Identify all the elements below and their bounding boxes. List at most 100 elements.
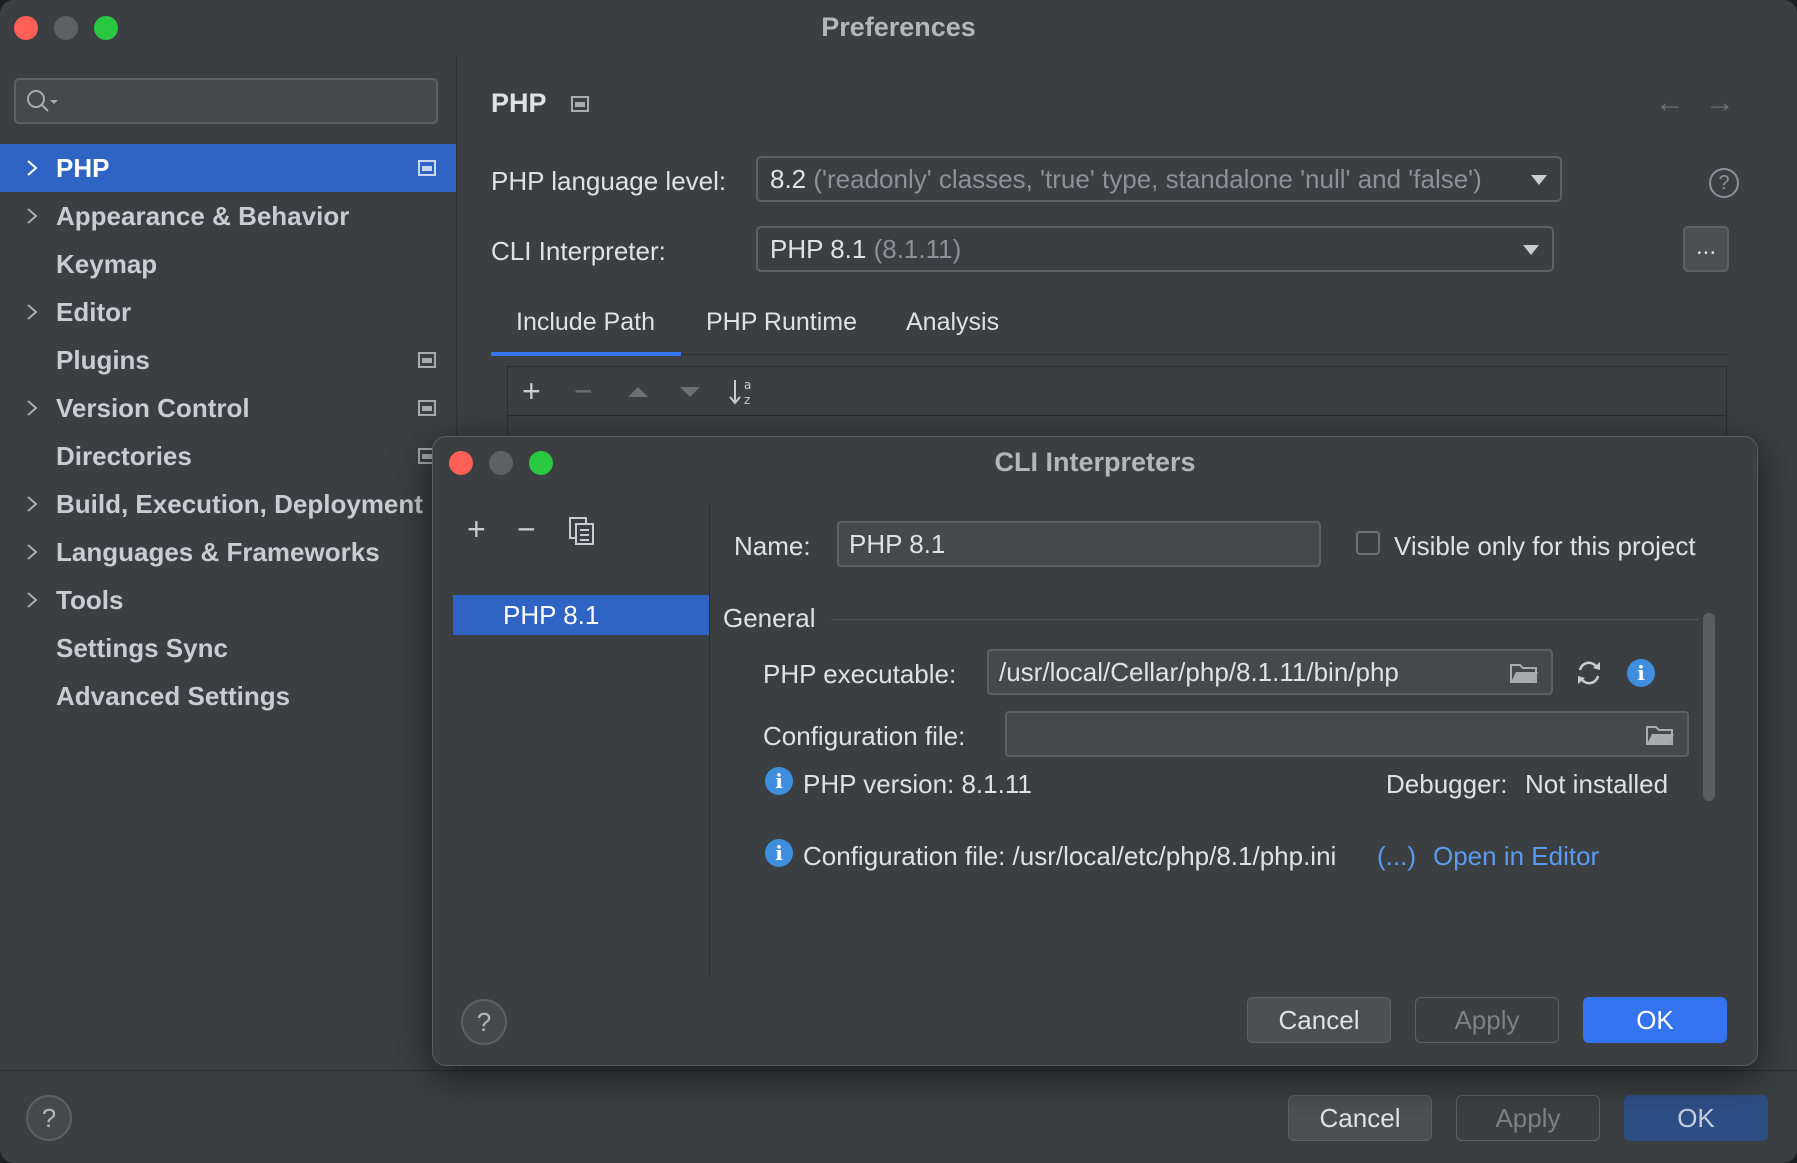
interpreter-list: + − PHP 8.1 [453, 505, 710, 975]
sidebar-item-label: Tools [56, 585, 124, 615]
dialog-cancel-button[interactable]: Cancel [1247, 997, 1391, 1043]
svg-text:a: a [744, 378, 751, 392]
chevron-right-icon[interactable] [26, 495, 38, 513]
open-in-editor-link[interactable]: Open in Editor [1433, 841, 1599, 872]
configuration-more-link[interactable]: (...) [1377, 841, 1416, 872]
php-version-text: PHP version: 8.1.11 [803, 769, 1032, 799]
configuration-file-label: Configuration file: [763, 721, 966, 751]
settings-tree: PHP Appearance & Behavior Keymap Editor Plug… [0, 144, 456, 720]
visible-only-checkbox[interactable] [1356, 531, 1380, 555]
ok-button[interactable]: OK [1624, 1095, 1768, 1141]
cli-interpreter-select[interactable]: PHP 8.1 (8.1.11) [756, 226, 1554, 272]
add-icon[interactable]: + [522, 367, 541, 415]
project-scope-icon [418, 160, 436, 176]
name-field[interactable]: PHP 8.1 [837, 521, 1321, 567]
language-level-label: PHP language level: [491, 166, 727, 196]
window-title: Preferences [821, 12, 976, 42]
php-executable-value: /usr/local/Cellar/php/8.1.11/bin/php [999, 657, 1399, 687]
sidebar-item-label: Version Control [56, 393, 250, 423]
language-level-select[interactable]: 8.2 ('readonly' classes, 'true' type, st… [756, 156, 1562, 202]
folder-icon[interactable] [1509, 661, 1539, 685]
sidebar-item-label: Directories [56, 441, 192, 471]
general-section-divider [831, 619, 1699, 620]
dialog-apply-button[interactable]: Apply [1415, 997, 1559, 1043]
search-icon [27, 90, 58, 112]
title-bar: Preferences [0, 0, 1797, 56]
forward-arrow-icon[interactable]: → [1705, 86, 1755, 119]
chevron-down-icon [1523, 245, 1539, 255]
copy-interpreter-icon[interactable] [569, 517, 595, 545]
info-icon[interactable]: i [1627, 659, 1655, 687]
sidebar-item-keymap[interactable]: Keymap [0, 240, 456, 288]
navigation-arrows: ←→ [1655, 86, 1755, 120]
sidebar-item-appearance-behavior[interactable]: Appearance & Behavior [0, 192, 456, 240]
dialog-title: CLI Interpreters [994, 447, 1196, 477]
search-input[interactable] [14, 78, 438, 124]
reload-icon[interactable] [1575, 659, 1603, 687]
tab-analysis[interactable]: Analysis [906, 308, 999, 337]
sidebar-item-label: Appearance & Behavior [56, 201, 350, 231]
cli-interpreter-value: PHP 8.1 [770, 234, 867, 264]
sort-icon[interactable]: a z [728, 377, 758, 407]
details-scrollbar[interactable] [1703, 613, 1715, 801]
sidebar-item-tools[interactable]: Tools [0, 576, 456, 624]
interpreter-item-label: PHP 8.1 [503, 600, 600, 630]
chevron-right-icon[interactable] [26, 543, 38, 561]
page-title: PHP [491, 88, 547, 118]
language-level-value: 8.2 [770, 164, 807, 194]
active-tab-indicator [491, 352, 681, 356]
cli-interpreter-version: (8.1.11) [873, 234, 962, 264]
debugger-label: Debugger: [1386, 769, 1508, 799]
chevron-right-icon[interactable] [26, 399, 38, 417]
php-executable-field[interactable]: /usr/local/Cellar/php/8.1.11/bin/php [987, 649, 1553, 695]
close-window-button[interactable] [14, 16, 38, 40]
debugger-value: Not installed [1525, 769, 1669, 799]
sidebar-item-build-execution-deployment[interactable]: Build, Execution, Deployment [0, 480, 456, 528]
preferences-window: Preferences PHP Appearance & Behavior Keym… [0, 0, 1797, 1163]
tab-php-runtime[interactable]: PHP Runtime [706, 308, 857, 337]
sidebar-item-directories[interactable]: Directories [0, 432, 456, 480]
zoom-window-button[interactable] [94, 16, 118, 40]
apply-button[interactable]: Apply [1456, 1095, 1600, 1141]
configuration-file-field[interactable] [1005, 711, 1689, 757]
chevron-right-icon[interactable] [26, 159, 38, 177]
project-scope-icon [571, 96, 589, 112]
chevron-right-icon[interactable] [26, 591, 38, 609]
back-arrow-icon[interactable]: ← [1655, 86, 1705, 119]
folder-icon[interactable] [1645, 723, 1675, 747]
dialog-help-button[interactable]: ? [461, 999, 507, 1045]
sidebar-item-php[interactable]: PHP [0, 144, 456, 192]
move-up-icon[interactable] [626, 385, 650, 399]
sidebar-item-label: Build, Execution, Deployment [56, 489, 423, 519]
cancel-button[interactable]: Cancel [1288, 1095, 1432, 1141]
project-scope-icon [418, 352, 436, 368]
sidebar-item-plugins[interactable]: Plugins [0, 336, 456, 384]
sidebar-item-label: Keymap [56, 249, 158, 279]
sidebar-item-advanced-settings[interactable]: Advanced Settings [0, 672, 456, 720]
minimize-window-button[interactable] [54, 16, 78, 40]
add-interpreter-icon[interactable]: + [467, 505, 486, 553]
svg-text:z: z [744, 393, 750, 407]
cli-interpreter-more-button[interactable]: ... [1683, 226, 1729, 272]
sidebar-item-languages-frameworks[interactable]: Languages & Frameworks [0, 528, 456, 576]
tab-include-path[interactable]: Include Path [516, 308, 655, 337]
info-icon: i [765, 839, 793, 867]
sidebar-item-editor[interactable]: Editor [0, 288, 456, 336]
move-down-icon[interactable] [678, 385, 702, 399]
chevron-right-icon[interactable] [26, 207, 38, 225]
sidebar-item-label: Languages & Frameworks [56, 537, 380, 567]
sidebar-item-label: Editor [56, 297, 132, 327]
sidebar-item-label: PHP [56, 153, 110, 183]
php-executable-label: PHP executable: [763, 659, 957, 689]
sidebar-item-settings-sync[interactable]: Settings Sync [0, 624, 456, 672]
remove-icon[interactable]: − [574, 367, 593, 415]
cli-interpreter-label: CLI Interpreter: [491, 236, 666, 266]
help-button[interactable]: ? [26, 1095, 72, 1141]
remove-interpreter-icon[interactable]: − [517, 505, 536, 553]
cli-interpreters-dialog: CLI Interpreters + − PHP 8.1 Name: PHP 8… [432, 436, 1758, 1066]
sidebar-item-version-control[interactable]: Version Control [0, 384, 456, 432]
help-icon[interactable]: ? [1709, 168, 1739, 198]
chevron-right-icon[interactable] [26, 303, 38, 321]
dialog-ok-button[interactable]: OK [1583, 997, 1727, 1043]
interpreter-item[interactable]: PHP 8.1 [453, 595, 709, 635]
